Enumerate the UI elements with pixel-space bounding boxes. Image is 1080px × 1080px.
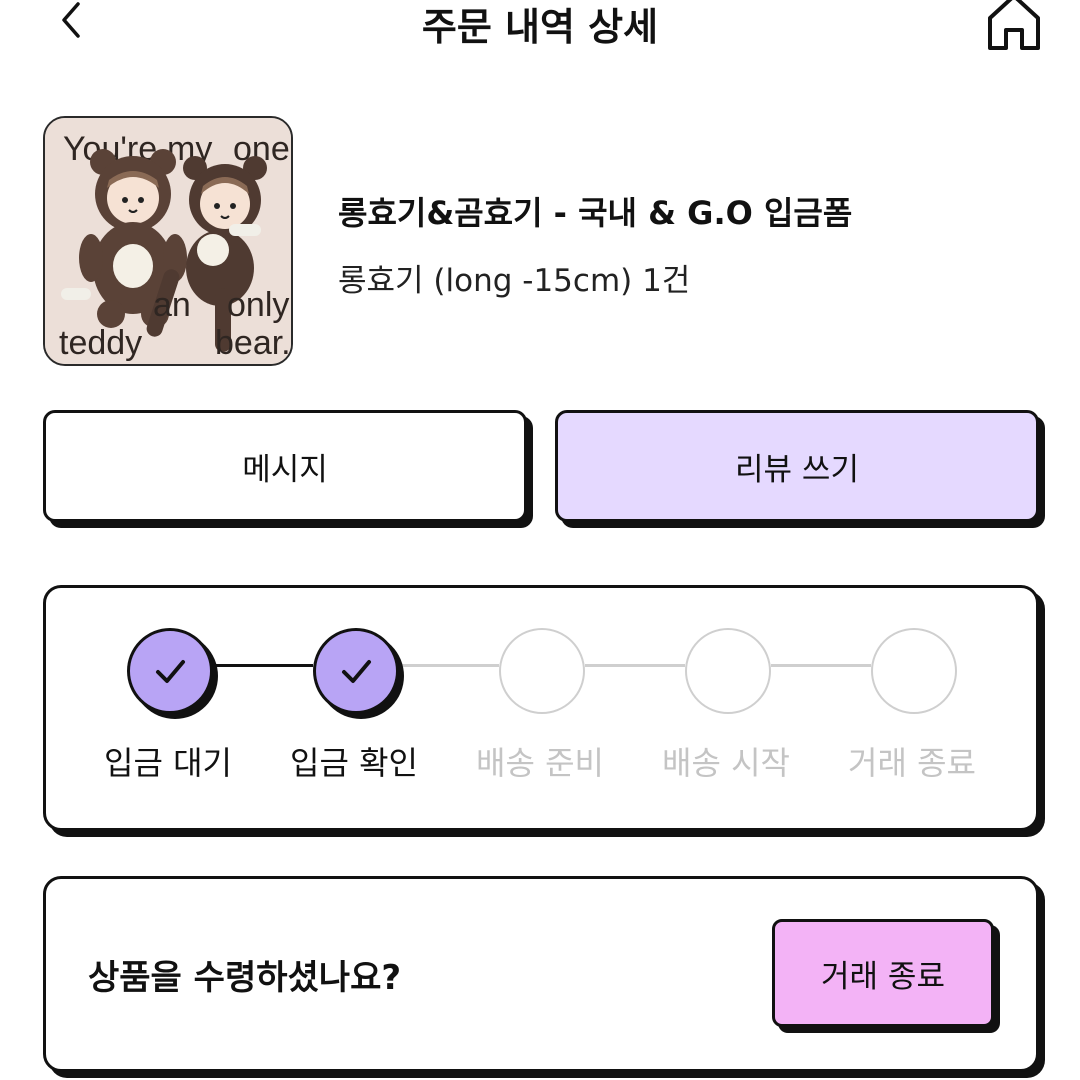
step-circle-trade-complete [871,628,957,714]
image-text-only: only [227,286,289,324]
step-circle-payment-pending [127,628,213,714]
image-text-teddy: teddy [59,324,142,362]
step-connector [771,664,871,667]
step-circle-payment-confirmed [313,628,399,714]
image-text-an: an [153,286,191,324]
step-label-shipping-started: 배송 시작 [662,744,790,782]
step-label-shipping-prep: 배송 준비 [476,744,604,782]
home-button[interactable] [980,0,1048,50]
image-text-bear: bear. [215,324,291,362]
step-circle-shipping-prep [499,628,585,714]
page-title: 주문 내역 상세 [421,5,659,49]
step-label-payment-confirmed: 입금 확인 [290,744,418,782]
check-icon [156,660,185,683]
check-icon [342,660,371,683]
finish-trade-button[interactable]: 거래 종료 [772,919,994,1027]
product-image[interactable]: You're my one an only teddy bear. [43,116,293,366]
step-label-trade-complete: 거래 종료 [848,744,976,782]
step-connector [213,664,313,667]
teddy-bear-illustration: You're my one an only teddy bear. [45,118,291,364]
product-title[interactable]: 롱효기&곰효기 - 국내 & G.O 입금폼 [338,188,852,234]
receipt-question: 상품을 수령하셨나요? [88,958,402,998]
step-label-payment-pending: 입금 대기 [104,744,232,782]
step-connector [399,664,499,667]
home-icon [988,0,1040,50]
header: 주문 내역 상세 [0,0,1080,50]
message-button[interactable]: 메시지 [43,410,527,522]
step-connector [585,664,685,667]
step-circle-shipping-started [685,628,771,714]
product-option: 롱효기 (long -15cm) 1건 [338,263,691,299]
write-review-button[interactable]: 리뷰 쓰기 [555,410,1039,522]
